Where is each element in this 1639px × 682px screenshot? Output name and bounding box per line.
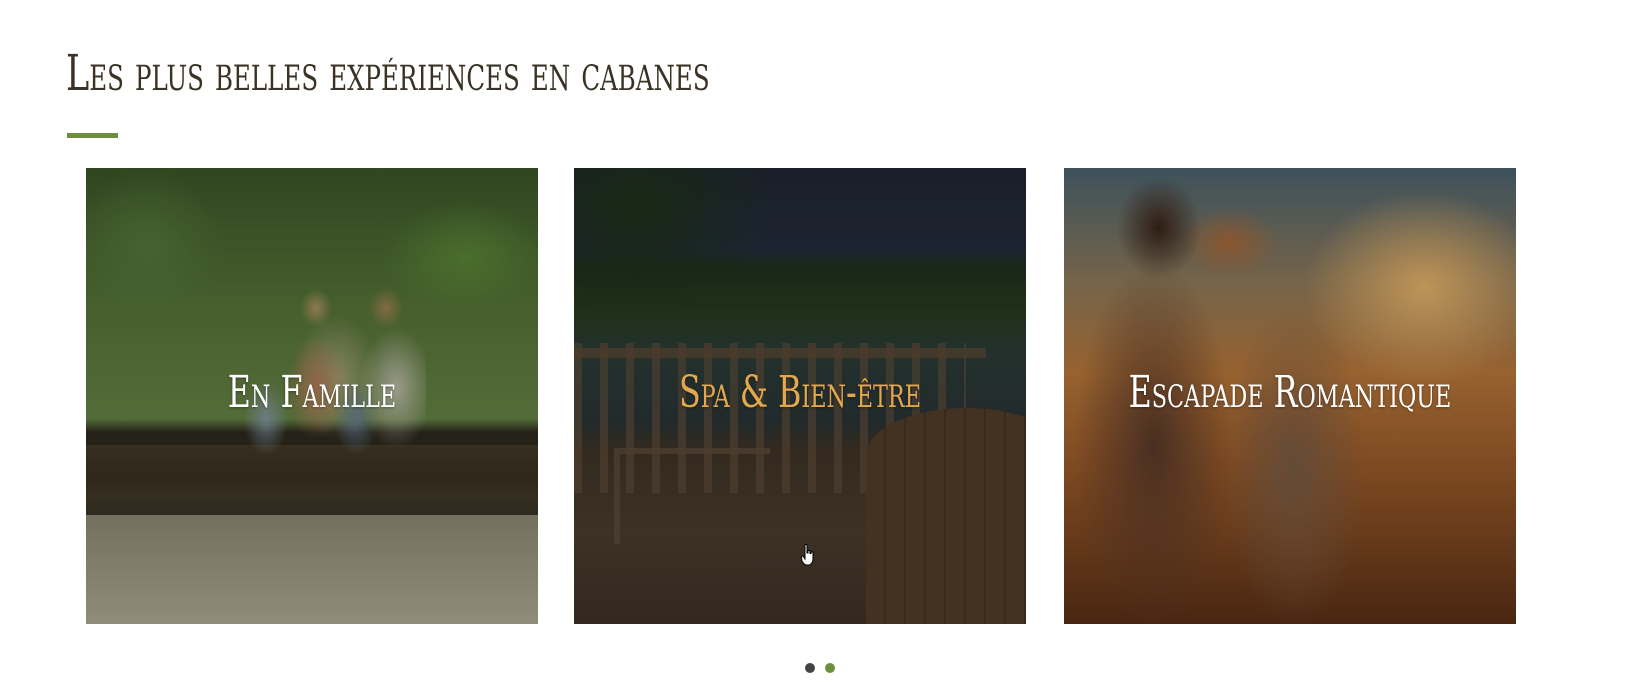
experiences-section: Les plus belles expériences en cabanes E… <box>0 0 1639 682</box>
experience-card-romantique[interactable]: Escapade Romantique <box>1064 168 1516 624</box>
experience-card-spa[interactable]: Spa & Bien-être <box>574 168 1026 624</box>
hand-pointer-icon <box>801 544 814 566</box>
card-label-romantique: Escapade Romantique <box>1128 367 1452 418</box>
carousel-pagination <box>0 663 1639 673</box>
card-label-famille: En Famille <box>227 367 397 418</box>
carousel-dot-1[interactable] <box>804 663 815 673</box>
title-underline <box>67 133 118 138</box>
card-label-spa: Spa & Bien-être <box>678 367 922 418</box>
experience-card-famille[interactable]: En Famille <box>86 168 538 624</box>
carousel-dot-2[interactable] <box>824 663 835 673</box>
section-title: Les plus belles expériences en cabanes <box>66 44 710 102</box>
